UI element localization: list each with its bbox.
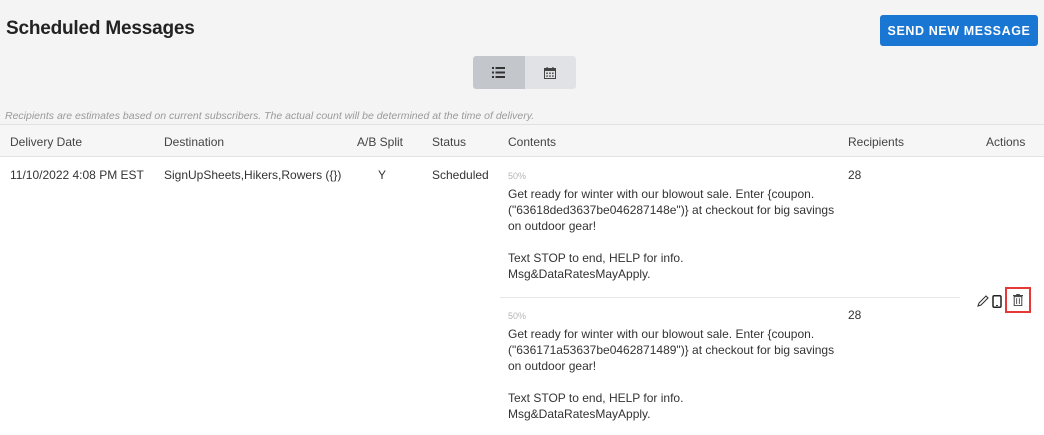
recipients-note: Recipients are estimates based on curren…	[5, 110, 535, 122]
recipients-value: 28	[848, 308, 862, 322]
col-ab-split[interactable]: A/B Split	[357, 135, 403, 149]
send-new-message-button[interactable]: SEND NEW MESSAGE	[880, 15, 1038, 46]
variant-divider	[500, 297, 960, 298]
col-destination[interactable]: Destination	[164, 135, 224, 149]
view-toggle	[473, 56, 576, 89]
destination: SignUpSheets,Hikers,Rowers ({})	[164, 168, 342, 182]
variant-split: 50%	[508, 171, 527, 181]
message-text: Get ready for winter with our blowout sa…	[508, 327, 835, 373]
table-header: Delivery Date Destination A/B Split Stat…	[0, 124, 1044, 157]
message-variant-a: 50% Get ready for winter with our blowou…	[508, 168, 848, 282]
list-view-button[interactable]	[473, 56, 525, 89]
message-text: Get ready for winter with our blowout sa…	[508, 187, 835, 233]
page-title: Scheduled Messages	[6, 18, 195, 39]
calendar-view-button[interactable]	[524, 56, 576, 89]
recipients-value: 28	[848, 168, 862, 182]
phone-preview-button[interactable]	[989, 293, 1005, 309]
col-delivery-date[interactable]: Delivery Date	[10, 135, 82, 149]
col-contents[interactable]: Contents	[508, 135, 556, 149]
phone-preview-icon	[992, 294, 1002, 308]
list-icon	[492, 67, 506, 78]
message-footer: Text STOP to end, HELP for info. Msg&Dat…	[508, 251, 684, 281]
delete-highlight	[1005, 287, 1031, 313]
ab-split-value: Y	[378, 168, 387, 182]
message-variant-b: 50% Get ready for winter with our blowou…	[508, 308, 848, 422]
col-recipients[interactable]: Recipients	[848, 135, 904, 149]
calendar-icon	[544, 66, 557, 79]
variant-split: 50%	[508, 311, 527, 321]
status-value: Scheduled	[432, 168, 489, 182]
scheduled-messages-table: Delivery Date Destination A/B Split Stat…	[0, 124, 1044, 435]
message-footer: Text STOP to end, HELP for info. Msg&Dat…	[508, 391, 684, 421]
col-actions: Actions	[986, 135, 1026, 149]
delivery-date: 11/10/2022 4:08 PM EST	[10, 168, 144, 182]
edit-icon	[977, 295, 989, 307]
col-status[interactable]: Status	[432, 135, 466, 149]
